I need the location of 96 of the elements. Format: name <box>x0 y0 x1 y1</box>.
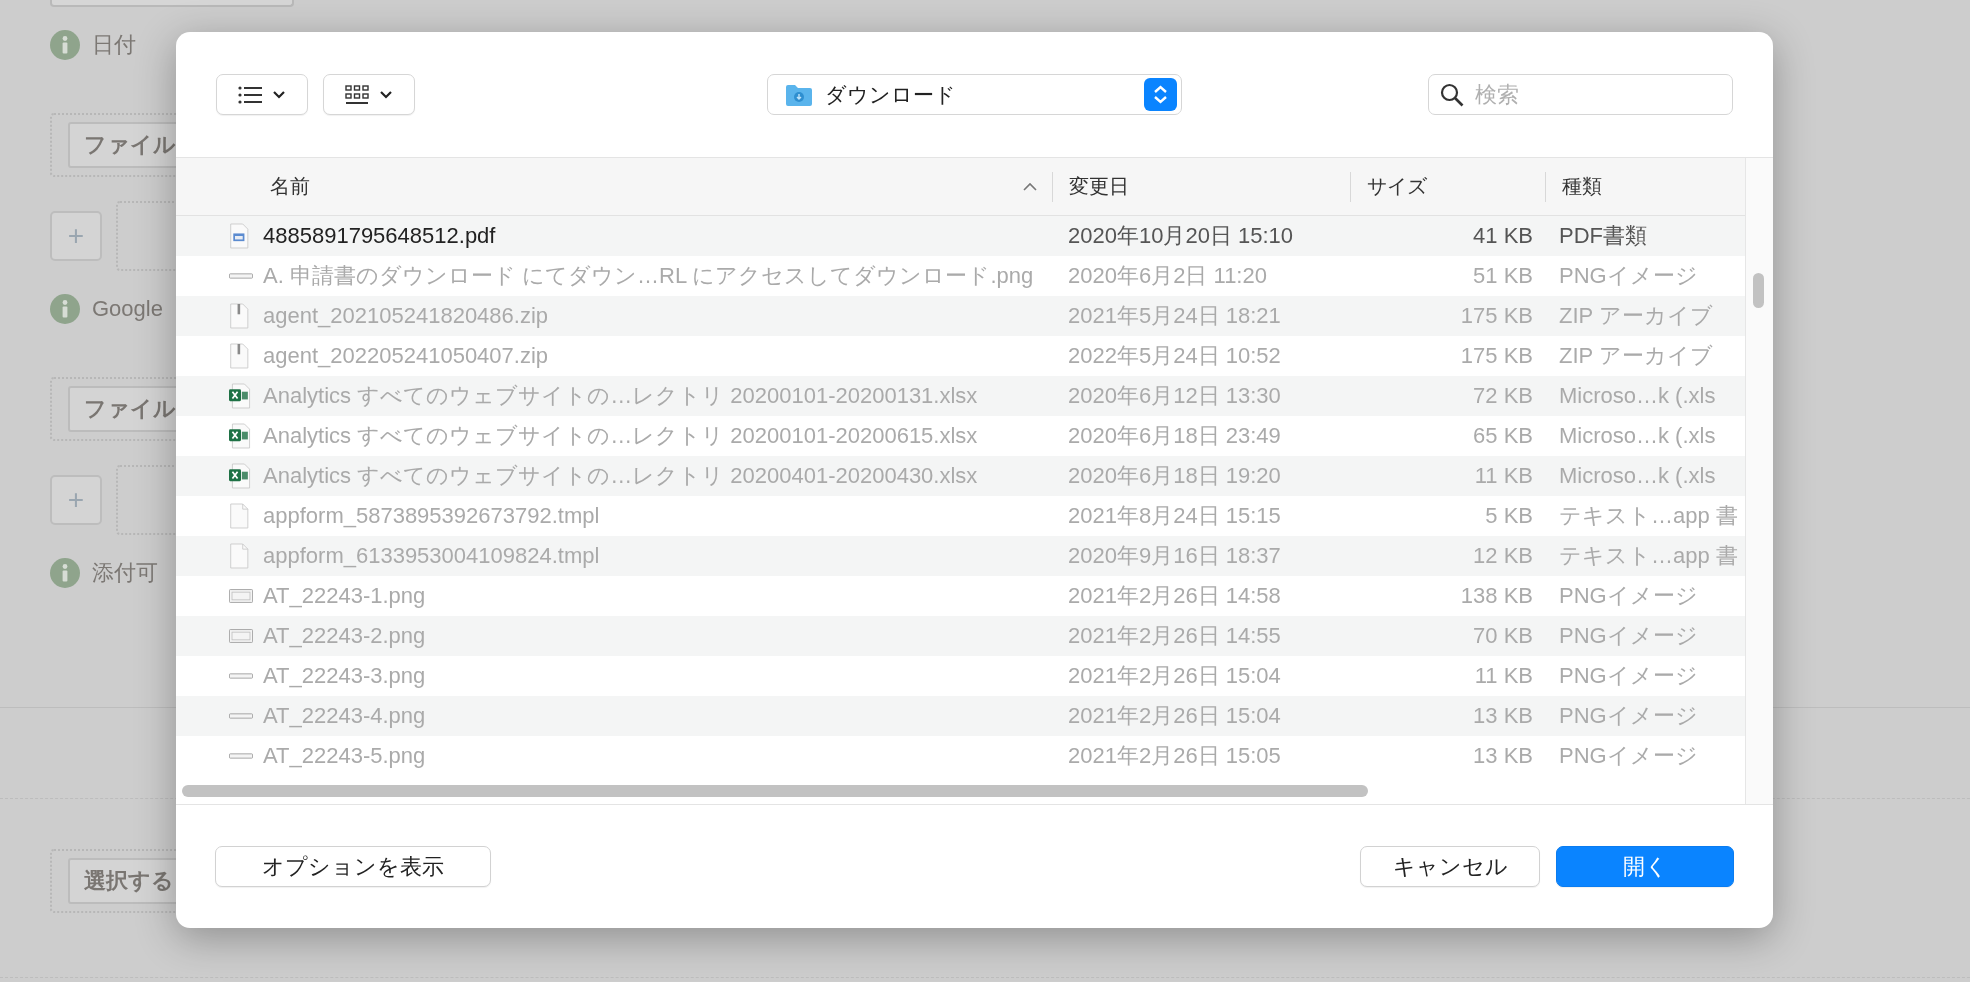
file-kind: ZIP アーカイブ <box>1559 303 1713 328</box>
modified-date: 2020年9月16日 18:37 <box>1068 543 1281 568</box>
chevron-down-icon <box>379 89 393 100</box>
modified-date: 2020年6月2日 11:20 <box>1068 263 1267 288</box>
file-size: 138 KB <box>1460 583 1533 608</box>
location-popup[interactable]: ダウンロード <box>767 74 1182 115</box>
dialog-button[interactable]: キャンセル <box>1360 846 1540 887</box>
file-kind: PNGイメージ <box>1559 623 1698 648</box>
file-name: AT_22243-4.png <box>263 703 426 729</box>
file-name: appform_6133953004109824.tmpl <box>263 543 600 569</box>
modified-date: 2021年2月26日 15:04 <box>1068 663 1281 688</box>
file-name: Analytics すべてのウェブサイトの…レクトリ 20200101-20200131.xlsx <box>263 382 978 410</box>
sort-ascending-icon <box>1022 181 1038 192</box>
file-size: 41 KB <box>1473 223 1533 248</box>
search-icon <box>1440 83 1464 107</box>
file-kind: テキスト…app 書 <box>1559 543 1738 568</box>
image-file-icon <box>229 753 253 759</box>
file-kind: テキスト…app 書 <box>1559 503 1738 528</box>
modified-date: 2022年5月24日 10:52 <box>1068 343 1281 368</box>
file-name: agent_202205241050407.zip <box>263 343 549 369</box>
modified-date: 2021年5月24日 18:21 <box>1068 303 1281 328</box>
modified-date: 2020年6月12日 13:30 <box>1068 383 1281 408</box>
file-kind: PNGイメージ <box>1559 703 1698 728</box>
grid-icon <box>345 84 369 105</box>
vertical-scrollbar[interactable] <box>1753 273 1764 308</box>
list-view-button[interactable] <box>216 74 308 115</box>
column-header[interactable]: サイズ <box>1350 171 1545 202</box>
modified-date: 2021年2月26日 15:05 <box>1068 743 1281 768</box>
file-size: 72 KB <box>1473 383 1533 408</box>
modified-date: 2020年6月18日 19:20 <box>1068 463 1281 488</box>
file-size: 11 KB <box>1474 663 1533 688</box>
input-field[interactable] <box>50 0 294 7</box>
file-kind: ZIP アーカイブ <box>1559 343 1713 368</box>
spreadsheet-icon <box>229 461 253 491</box>
open-button[interactable]: 開く <box>1556 846 1734 887</box>
file-size: 13 KB <box>1473 743 1533 768</box>
file-size: 175 KB <box>1460 343 1533 368</box>
file-size: 13 KB <box>1473 703 1533 728</box>
field-label: Google <box>92 296 163 322</box>
info-icon <box>50 558 80 588</box>
chevron-down-icon <box>272 89 286 100</box>
image-file-icon <box>229 588 253 604</box>
file-name: A. 申請書のダウンロード にてダウン…RL にアクセスしてダウンロード.png <box>263 262 1034 290</box>
file-kind: PNGイメージ <box>1559 663 1698 688</box>
modified-date: 2021年8月24日 15:15 <box>1068 503 1281 528</box>
file-kind: Microso…k (.xls <box>1559 463 1716 488</box>
field-label: 日付 <box>92 31 136 59</box>
file-kind: PNGイメージ <box>1559 583 1698 608</box>
spreadsheet-icon <box>229 381 253 411</box>
file-name: AT_22243-3.png <box>263 663 426 689</box>
add-button[interactable]: + <box>50 475 102 525</box>
field-label: 添付可 <box>92 559 158 587</box>
dialog-button[interactable]: オプションを表示 <box>215 846 491 887</box>
folder-icon <box>785 82 813 107</box>
file-size: 65 KB <box>1473 423 1533 448</box>
file-name: Analytics すべてのウェブサイトの…レクトリ 20200101-20200615.xlsx <box>263 422 978 450</box>
file-row[interactable]: 4885891795648512.pdf 2020年10月20日 15:10 41 KB PDF書類 <box>176 216 1745 256</box>
column-header[interactable]: 名前 <box>176 171 1052 202</box>
modified-date: 2020年10月20日 15:10 <box>1068 223 1294 248</box>
file-size: 12 KB <box>1473 543 1533 568</box>
file-name: AT_22243-2.png <box>263 623 426 649</box>
list-icon <box>238 85 262 104</box>
file-name: AT_22243-5.png <box>263 743 426 769</box>
search-field[interactable]: 検索 <box>1428 74 1733 115</box>
image-file-icon <box>229 673 253 679</box>
file-kind: Microso…k (.xls <box>1559 383 1716 408</box>
modified-date: 2021年2月26日 14:55 <box>1068 623 1281 648</box>
file-name: Analytics すべてのウェブサイトの…レクトリ 20200401-20200430.xlsx <box>263 462 978 490</box>
info-icon <box>50 30 80 60</box>
file-kind: Microso…k (.xls <box>1559 423 1716 448</box>
file-size: 51 KB <box>1473 263 1533 288</box>
image-file-icon <box>229 713 253 719</box>
image-file-icon <box>229 628 253 644</box>
icon-view-button[interactable] <box>323 74 415 115</box>
modified-date: 2020年6月18日 23:49 <box>1068 423 1281 448</box>
file-name: agent_202105241820486.zip <box>263 303 549 329</box>
file-name: 4885891795648512.pdf <box>263 223 496 249</box>
spreadsheet-icon <box>229 421 253 451</box>
file-name: AT_22243-1.png <box>263 583 426 609</box>
horizontal-scrollbar[interactable] <box>182 784 1368 797</box>
file-size: 11 KB <box>1474 463 1533 488</box>
image-file-icon <box>229 273 253 279</box>
info-icon <box>50 294 80 324</box>
file-kind: PDF書類 <box>1559 223 1647 248</box>
modified-date: 2021年2月26日 14:58 <box>1068 583 1281 608</box>
file-name: appform_5873895392673792.tmpl <box>263 503 600 529</box>
file-size: 5 KB <box>1485 503 1533 528</box>
file-size: 70 KB <box>1473 623 1533 648</box>
file-size: 175 KB <box>1460 303 1533 328</box>
file-kind: PNGイメージ <box>1559 263 1698 288</box>
file-kind: PNGイメージ <box>1559 743 1698 768</box>
stepper-icon <box>1144 78 1177 111</box>
location-label: ダウンロード <box>825 81 957 108</box>
column-header[interactable]: 変更日 <box>1052 171 1350 202</box>
modified-date: 2021年2月26日 15:04 <box>1068 703 1281 728</box>
add-button[interactable]: + <box>50 211 102 261</box>
